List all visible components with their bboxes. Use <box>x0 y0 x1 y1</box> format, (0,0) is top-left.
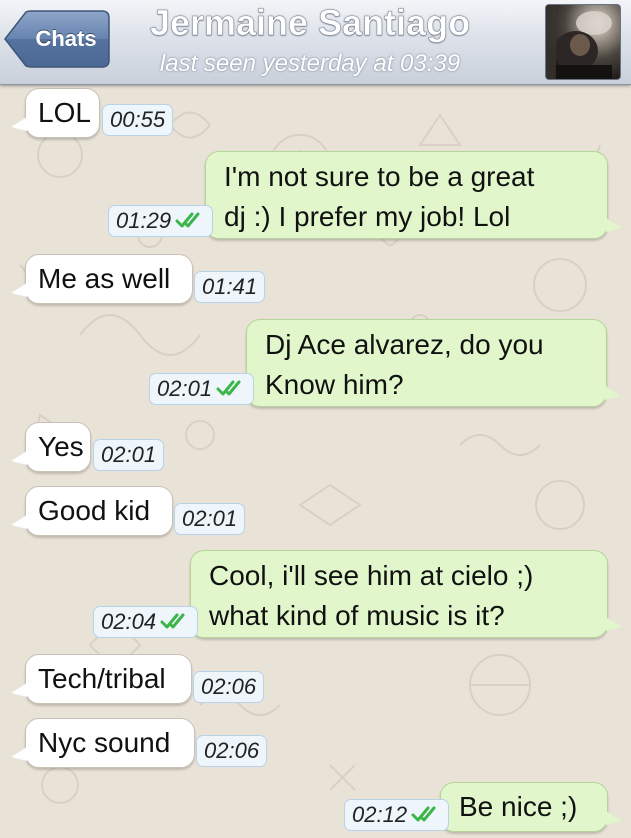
incoming-message-bubble[interactable]: LOL <box>11 88 100 138</box>
outgoing-message-bubble[interactable]: Cool, i'll see him at cielo ;) what kind… <box>190 550 622 638</box>
timestamp-text: 02:01 <box>157 376 213 401</box>
message-text: Dj Ace alvarez, do you Know him? <box>265 329 544 400</box>
outgoing-message-bubble[interactable]: Dj Ace alvarez, do you Know him? <box>246 319 621 407</box>
contact-name[interactable]: Jermaine Santiago <box>120 2 500 44</box>
incoming-message-bubble[interactable]: Nyc sound <box>11 718 195 768</box>
timestamp-text: 02:06 <box>201 674 257 699</box>
bubble-tail <box>11 451 27 465</box>
message-text: Tech/tribal <box>38 663 166 694</box>
bubble-tail <box>11 515 27 529</box>
bubble-tail <box>606 218 622 232</box>
message-text: Yes <box>38 431 84 462</box>
incoming-message-bubble[interactable]: Yes <box>11 422 91 472</box>
message-timestamp: 00:55 <box>102 104 174 136</box>
message-text: Good kid <box>38 495 151 526</box>
message-timestamp: 02:12 <box>344 799 450 831</box>
bubble-tail <box>11 683 27 697</box>
timestamp-text: 01:41 <box>202 274 258 299</box>
message-text: LOL <box>38 97 91 128</box>
message-text: I'm not sure to be a great dj :) I prefe… <box>224 161 535 232</box>
back-to-chats-button[interactable]: Chats <box>4 10 110 68</box>
message-timestamp: 02:01 <box>174 503 246 535</box>
outgoing-message-bubble[interactable]: Be nice ;) <box>440 782 622 832</box>
last-seen-status: last seen yesterday at 03:39 <box>159 50 461 77</box>
timestamp-text: 02:01 <box>182 506 238 531</box>
back-button-label: Chats <box>35 26 97 51</box>
double-check-icon <box>160 613 185 629</box>
message-text: Be nice ;) <box>459 791 578 822</box>
incoming-message-bubble[interactable]: Tech/tribal <box>11 654 192 704</box>
double-check-icon <box>411 806 436 822</box>
timestamp-text: 02:01 <box>101 442 157 467</box>
double-check-icon <box>216 380 241 396</box>
avatar-photo <box>546 5 612 79</box>
message-timestamp: 01:29 <box>108 205 214 237</box>
message-timestamp: 02:06 <box>193 671 265 703</box>
bubble-tail <box>11 747 27 761</box>
incoming-message-bubble[interactable]: Good kid <box>11 486 173 536</box>
message-text: Nyc sound <box>38 727 171 758</box>
bubble-tail <box>11 283 27 297</box>
contact-avatar[interactable] <box>545 4 621 80</box>
message-timestamp: 02:01 <box>93 439 165 471</box>
message-timestamp: 02:04 <box>93 606 199 638</box>
double-check-icon <box>175 212 200 228</box>
bubble-tail <box>606 811 622 825</box>
message-text: Me as well <box>38 263 171 294</box>
timestamp-text: 01:29 <box>116 208 172 233</box>
timestamp-text: 02:04 <box>101 609 157 634</box>
timestamp-text: 02:06 <box>204 738 260 763</box>
message-timestamp: 02:06 <box>196 735 268 767</box>
message-timestamp: 02:01 <box>149 373 255 405</box>
bubble-tail <box>606 617 622 631</box>
message-timestamp: 01:41 <box>194 271 266 303</box>
timestamp-text: 00:55 <box>110 107 166 132</box>
incoming-message-bubble[interactable]: Me as well <box>11 254 193 304</box>
outgoing-message-bubble[interactable]: I'm not sure to be a great dj :) I prefe… <box>205 151 622 239</box>
timestamp-text: 02:12 <box>352 802 408 827</box>
chat-header: Chats Jermaine Santiago last seen yester… <box>0 0 631 85</box>
message-text: Cool, i'll see him at cielo ;) what kind… <box>209 560 534 631</box>
bubble-tail <box>605 386 621 400</box>
bubble-tail <box>11 117 27 131</box>
message-list[interactable]: LOL 00:55 I'm not sure to be a great dj :)… <box>0 85 631 838</box>
